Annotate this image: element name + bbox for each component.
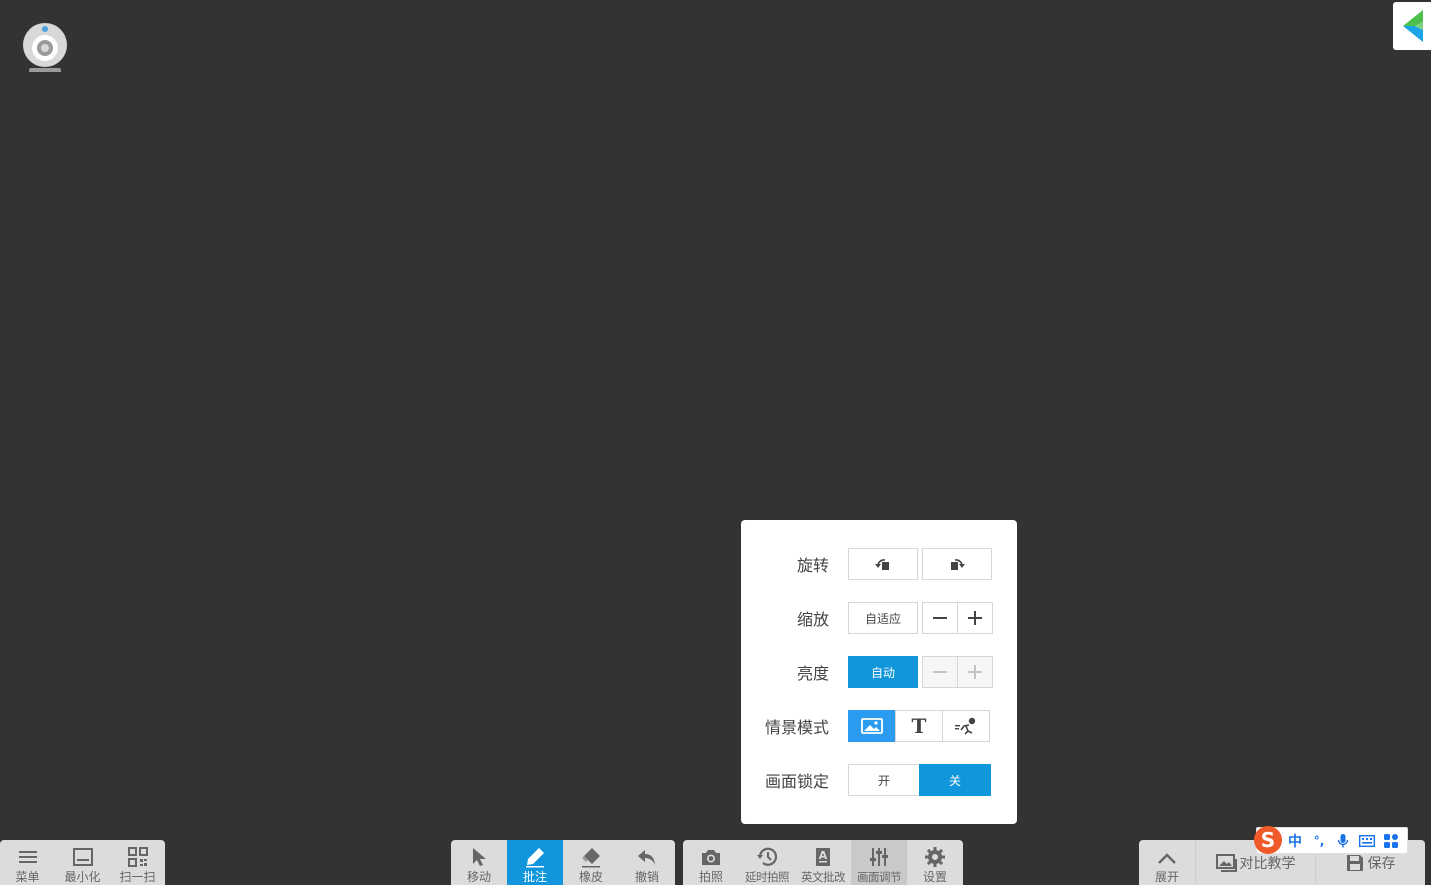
eraser-icon <box>582 848 600 868</box>
picture-adjust-button[interactable]: 画面调节 <box>851 840 907 885</box>
ime-keyboard-button[interactable] <box>1355 834 1379 847</box>
scene-motion-button[interactable] <box>942 710 990 742</box>
scene-row: 情景模式 T <box>741 710 1017 742</box>
scan-label: 扫一扫 <box>119 870 156 884</box>
scene-label: 情景模式 <box>764 718 829 737</box>
brightness-row: 亮度 自动 <box>741 656 1017 688</box>
zoom-out-button[interactable] <box>922 602 958 634</box>
scan-button[interactable]: 扫一扫 <box>110 840 165 885</box>
microphone-icon <box>1337 833 1349 847</box>
move-button[interactable]: 移动 <box>451 840 507 885</box>
rotate-left-button[interactable] <box>848 548 918 580</box>
zoom-row: 缩放 自适应 <box>741 602 1017 634</box>
svg-text:A: A <box>819 849 828 862</box>
brightness-label: 亮度 <box>796 664 829 683</box>
sliders-icon <box>870 848 888 866</box>
menu-icon <box>18 851 37 863</box>
lock-row: 画面锁定 开 关 <box>741 764 1017 796</box>
eraser-button[interactable]: 橡皮 <box>563 840 619 885</box>
lock-label: 画面锁定 <box>764 772 829 791</box>
keyboard-icon <box>1359 834 1375 847</box>
pen-icon <box>526 848 544 868</box>
move-label: 移动 <box>466 870 491 884</box>
delayed-photo-label: 延时拍照 <box>745 870 790 884</box>
scene-text-button[interactable]: T <box>895 710 943 742</box>
minus-icon <box>933 617 947 619</box>
sogou-logo-icon: S <box>1254 825 1282 854</box>
picture-icon <box>861 718 883 734</box>
english-correction-label: 英文批改 <box>801 870 846 884</box>
eraser-label: 橡皮 <box>578 870 603 884</box>
undo-icon <box>638 850 655 865</box>
annotation-toolbar: 移动 批注 橡皮 撤销 <box>451 840 675 885</box>
qrcode-icon <box>127 847 148 867</box>
save-icon <box>1346 854 1363 871</box>
cursor-icon <box>473 848 486 866</box>
zoom-fit-button[interactable]: 自适应 <box>848 602 918 634</box>
expand-label: 展开 <box>1154 870 1179 884</box>
plus-icon <box>968 611 982 625</box>
photo-label: 拍照 <box>698 870 723 884</box>
zoom-label: 缩放 <box>796 610 829 629</box>
ime-voice-button[interactable] <box>1331 833 1355 849</box>
photo-toolbar: 拍照 延时拍照 A 英文批改 画面调节 设置 <box>683 840 963 885</box>
save-label: 保存 <box>1367 855 1396 872</box>
minimize-label: 最小化 <box>64 870 101 884</box>
camera-icon <box>702 850 720 865</box>
minus-icon <box>933 671 947 673</box>
lock-off-button[interactable]: 关 <box>919 764 991 796</box>
rotate-row: 旋转 <box>741 548 1017 580</box>
main-toolbar: 菜单 最小化 扫一扫 <box>0 840 165 885</box>
minimize-button[interactable]: 最小化 <box>55 840 110 885</box>
picture-adjust-label: 画面调节 <box>857 870 902 884</box>
brightness-auto-button[interactable]: 自动 <box>848 656 918 688</box>
gear-icon <box>925 847 945 867</box>
app-logo-icon[interactable] <box>1393 2 1431 50</box>
settings-label: 设置 <box>922 870 947 884</box>
scene-picture-button[interactable] <box>848 710 896 742</box>
chevron-up-icon <box>1158 853 1176 864</box>
plus-icon <box>968 665 982 679</box>
timer-icon <box>757 847 778 866</box>
document-a-icon: A <box>816 848 830 866</box>
ime-toolbar[interactable]: S 中 °, <box>1254 825 1408 854</box>
settings-button[interactable]: 设置 <box>907 840 963 885</box>
english-correction-button[interactable]: A 英文批改 <box>795 840 851 885</box>
compare-teaching-label: 对比教学 <box>1239 855 1296 872</box>
compare-image-icon <box>1215 853 1237 872</box>
undo-label: 撤销 <box>634 870 659 884</box>
brightness-down-button <box>922 656 958 688</box>
menu-label: 菜单 <box>15 870 40 884</box>
running-person-icon <box>955 717 976 735</box>
svg-text:S: S <box>1261 828 1275 852</box>
ime-punctuation-toggle[interactable]: °, <box>1307 834 1331 848</box>
rotate-label: 旋转 <box>796 556 829 575</box>
grid-apps-icon <box>1384 833 1398 848</box>
rotate-right-icon <box>951 559 965 570</box>
zoom-in-button[interactable] <box>957 602 993 634</box>
ime-mode-toggle[interactable]: 中 <box>1283 831 1307 851</box>
webcam-indicator-icon[interactable] <box>22 22 68 76</box>
delayed-photo-button[interactable]: 延时拍照 <box>739 840 795 885</box>
ime-toolbox-button[interactable] <box>1379 833 1403 848</box>
menu-button[interactable]: 菜单 <box>0 840 55 885</box>
minimize-icon <box>72 848 93 866</box>
lock-on-button[interactable]: 开 <box>848 764 920 796</box>
rotate-left-icon <box>875 559 889 570</box>
annotate-label: 批注 <box>522 870 547 884</box>
picture-adjust-panel: 旋转 缩放 自适应 亮度 自动 情景模式 T 画面锁定 开 关 <box>741 520 1017 824</box>
photo-button[interactable]: 拍照 <box>683 840 739 885</box>
brightness-up-button <box>957 656 993 688</box>
undo-button[interactable]: 撤销 <box>619 840 675 885</box>
annotate-button[interactable]: 批注 <box>507 840 563 885</box>
rotate-right-button[interactable] <box>922 548 992 580</box>
expand-button[interactable]: 展开 <box>1139 840 1195 885</box>
